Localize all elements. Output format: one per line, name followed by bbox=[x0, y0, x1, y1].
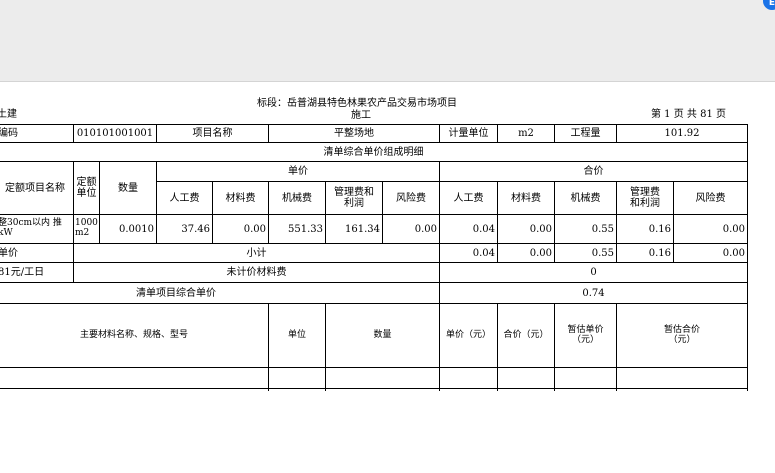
quota-name-header: 定额项目名称 bbox=[5, 182, 65, 194]
unpriced-material-label: 未计价材料费 bbox=[226, 267, 287, 278]
unit-label: 计量单位 bbox=[448, 128, 489, 139]
material-quantity-header: 数量 bbox=[373, 329, 392, 340]
page-counter: 第 1 页 共 81 页 bbox=[651, 109, 726, 120]
quota-unit-header: 定额单位 bbox=[76, 177, 97, 199]
section-title-line2: 施工 bbox=[351, 110, 371, 121]
composite-price-label: 清单项目综合单价 bbox=[136, 287, 216, 299]
project-name-value: 平整场地 bbox=[334, 128, 374, 139]
unit-price-header: 单价 bbox=[288, 166, 308, 177]
subtotal-material: 0.00 bbox=[529, 247, 552, 259]
detail-quota-name: 整30cm以内 推 kW bbox=[0, 218, 62, 238]
unit-price-left-label: 单价 bbox=[0, 247, 18, 259]
table-border bbox=[0, 367, 748, 368]
unpriced-material-value: 0 bbox=[590, 267, 597, 278]
subtotal-machine: 0.55 bbox=[591, 247, 614, 259]
detail-up-material: 0.00 bbox=[243, 223, 266, 235]
material-unit-price-header: 单价（元） bbox=[445, 329, 491, 340]
detail-quantity: 0.0010 bbox=[119, 223, 154, 235]
tp-machine-header: 机械费 bbox=[570, 192, 601, 204]
tp-material-header: 材料费 bbox=[511, 192, 541, 204]
subtotal-labor: 0.04 bbox=[472, 247, 495, 259]
extension-badge-icon[interactable]: E bbox=[763, 0, 775, 10]
tp-risk-header: 风险费 bbox=[695, 192, 726, 204]
quantity-label: 工程量 bbox=[570, 128, 601, 139]
table-border bbox=[0, 388, 748, 389]
material-unit-header: 单位 bbox=[287, 329, 306, 340]
detail-quota-unit: 1000 m2 bbox=[75, 218, 98, 238]
code-label: 编码 bbox=[0, 128, 18, 139]
detail-tp-material: 0.00 bbox=[529, 223, 552, 235]
detail-tp-machine: 0.55 bbox=[591, 223, 614, 235]
total-price-header: 合价 bbox=[583, 166, 604, 177]
material-est-unit-price-header: 暂估单价（元） bbox=[567, 324, 604, 345]
quantity-value: 101.92 bbox=[664, 128, 700, 139]
table-border bbox=[747, 124, 748, 391]
detail-tp-risk: 0.00 bbox=[722, 223, 745, 235]
detail-tp-mgmt: 0.16 bbox=[648, 223, 671, 235]
tp-mgmt-header: 管理费和利润 bbox=[630, 187, 660, 209]
tp-labor-header: 人工费 bbox=[453, 192, 484, 204]
subtotal-risk: 0.00 bbox=[722, 247, 745, 259]
unit-value: m2 bbox=[518, 128, 534, 139]
project-name-label: 项目名称 bbox=[192, 128, 233, 139]
document-page: 标段：岳普湖县特色林果农产品交易市场项目 施工 土建 第 1 页 共 81 页 bbox=[0, 82, 775, 473]
material-est-total-price-header: 暂估合价（元） bbox=[663, 324, 700, 345]
quantity-header: 数量 bbox=[118, 182, 138, 194]
detail-up-mgmt: 161.34 bbox=[345, 223, 380, 235]
material-total-price-header: 合价（元） bbox=[503, 329, 549, 340]
up-material-header: 材料费 bbox=[225, 192, 256, 204]
up-mgmt-header: 管理费和利润 bbox=[334, 187, 374, 209]
composite-price-value: 0.74 bbox=[582, 287, 605, 299]
discipline-label: 土建 bbox=[0, 109, 17, 120]
composition-section-title: 清单综合单价组成明细 bbox=[323, 146, 424, 158]
detail-tp-labor: 0.04 bbox=[472, 223, 495, 235]
subtotal-label: 小计 bbox=[246, 247, 267, 259]
code-value: 010101001001 bbox=[76, 128, 154, 139]
detail-up-labor: 37.46 bbox=[181, 223, 210, 235]
material-name-header: 主要材料名称、规格、型号 bbox=[79, 329, 188, 340]
detail-up-machine: 551.33 bbox=[288, 223, 323, 235]
up-machine-header: 机械费 bbox=[282, 192, 312, 204]
up-labor-header: 人工费 bbox=[169, 192, 200, 204]
section-title-line1: 标段：岳普湖县特色林果农产品交易市场项目 bbox=[257, 98, 457, 109]
detail-up-risk: 0.00 bbox=[414, 223, 437, 235]
up-risk-header: 风险费 bbox=[396, 192, 426, 204]
subtotal-mgmt: 0.16 bbox=[648, 247, 671, 259]
labor-rate-label: 81元/工日 bbox=[0, 267, 45, 278]
viewer-toolbar-area: E bbox=[0, 0, 775, 82]
